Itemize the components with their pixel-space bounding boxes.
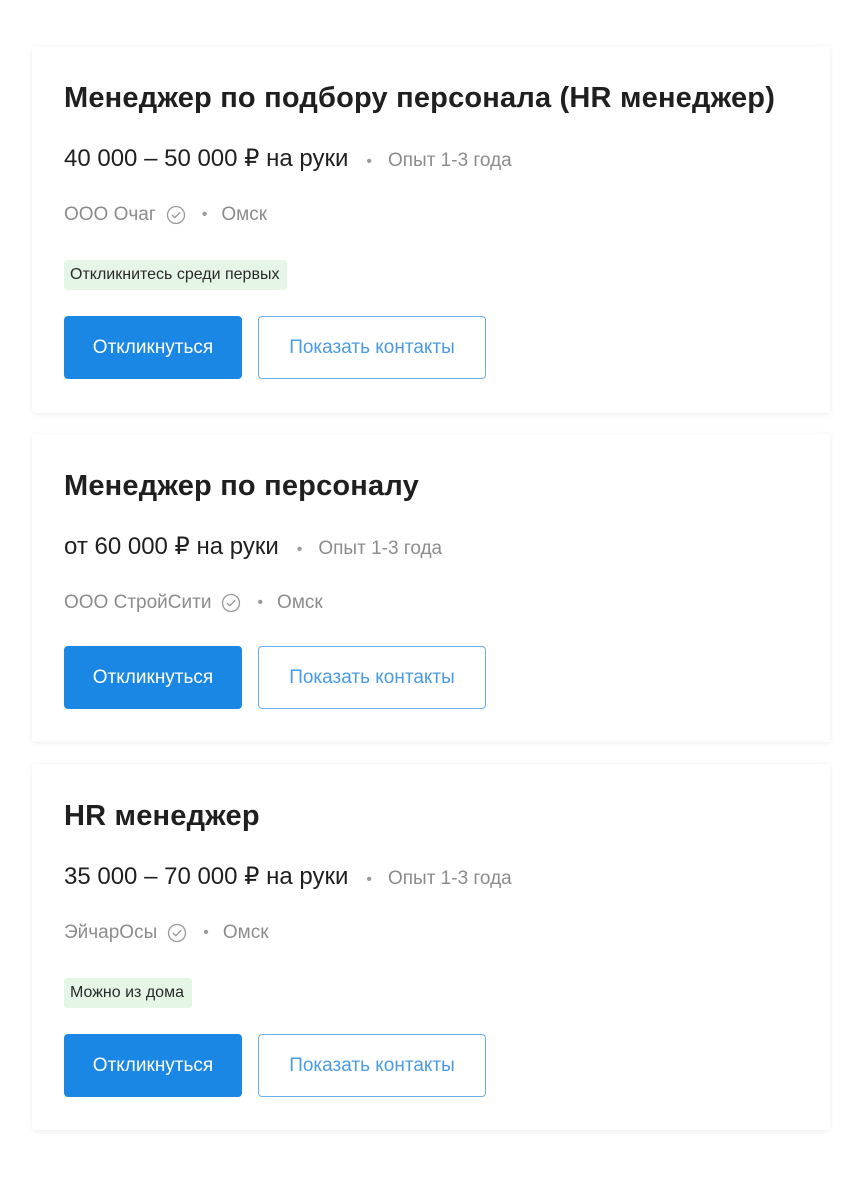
status-badge: Можно из дома: [64, 978, 192, 1008]
experience: Опыт 1-3 года: [318, 538, 443, 559]
city: Омск: [221, 204, 268, 225]
respond-button[interactable]: Откликнуться: [64, 1034, 242, 1097]
company-row: ЭйчарОсы • Омск: [64, 922, 269, 944]
company-row: ООО Очаг • Омск: [64, 204, 267, 226]
card-actions: Откликнуться Показать контакты: [64, 1034, 486, 1097]
salary: 35 000 – 70 000 ₽ на руки: [64, 863, 349, 890]
separator-dot: •: [201, 206, 208, 223]
vacancy-meta: 40 000 – 50 000 ₽ на руки • Опыт 1-3 год…: [64, 144, 512, 173]
salary: от 60 000 ₽ на руки: [64, 533, 279, 560]
respond-button[interactable]: Откликнуться: [64, 316, 242, 379]
company-row: ООО СтройСити • Омск: [64, 592, 323, 614]
separator-dot: •: [296, 541, 303, 558]
vacancy-card: HR менеджер 35 000 – 70 000 ₽ на руки • …: [32, 764, 830, 1130]
verified-check-icon: [221, 593, 241, 613]
separator-dot: •: [257, 594, 264, 611]
experience: Опыт 1-3 года: [387, 868, 512, 889]
verified-check-icon: [167, 923, 187, 943]
vacancy-title[interactable]: HR менеджер: [64, 800, 260, 833]
company-name[interactable]: ООО Очаг: [64, 204, 156, 226]
city: Омск: [222, 922, 269, 943]
card-actions: Откликнуться Показать контакты: [64, 316, 486, 379]
verified-check-icon: [166, 205, 186, 225]
vacancy-title[interactable]: Менеджер по персоналу: [64, 470, 419, 503]
separator-dot: •: [366, 153, 372, 170]
salary: 40 000 – 50 000 ₽ на руки: [64, 145, 349, 172]
vacancy-title[interactable]: Менеджер по подбору персонала (HR менедж…: [64, 82, 775, 115]
experience: Опыт 1-3 года: [387, 150, 512, 171]
vacancy-meta: 35 000 – 70 000 ₽ на руки • Опыт 1-3 год…: [64, 862, 512, 891]
status-badge: Откликнитесь среди первых: [64, 260, 288, 290]
company-name[interactable]: ЭйчарОсы: [64, 922, 157, 944]
company-name[interactable]: ООО СтройСити: [64, 592, 211, 614]
show-contacts-button[interactable]: Показать контакты: [258, 316, 486, 379]
vacancy-list: Менеджер по подбору персонала (HR менедж…: [0, 0, 860, 1177]
show-contacts-button[interactable]: Показать контакты: [258, 1034, 486, 1097]
separator-dot: •: [203, 924, 209, 941]
vacancy-card: Менеджер по подбору персонала (HR менедж…: [32, 46, 830, 413]
card-actions: Откликнуться Показать контакты: [64, 646, 486, 709]
respond-button[interactable]: Откликнуться: [64, 646, 242, 709]
show-contacts-button[interactable]: Показать контакты: [258, 646, 486, 709]
separator-dot: •: [366, 871, 372, 888]
vacancy-card: Менеджер по персоналу от 60 000 ₽ на рук…: [32, 434, 830, 742]
city: Омск: [277, 592, 323, 613]
vacancy-meta: от 60 000 ₽ на руки • Опыт 1-3 года: [64, 532, 442, 561]
